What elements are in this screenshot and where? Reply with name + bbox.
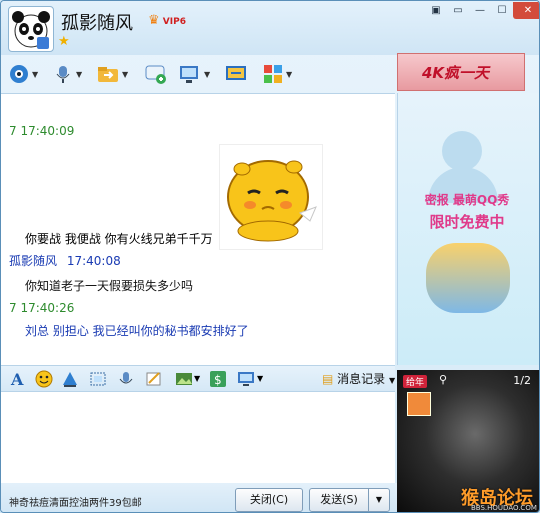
main-toolbar: ▼ ▼ ▼ ▼ ▼ [1,55,397,93]
maximize-button[interactable]: ☐ [491,2,513,19]
chevron-down-icon: ▼ [32,69,39,79]
message-text: 刘总 别担心 我已经叫你的秘书都安排好了 [25,324,249,338]
chevron-down-icon[interactable]: ▼ [257,374,263,383]
close-window-button[interactable]: ✕ [513,2,539,19]
qq-show-promo: 密报 最萌QQ秀 限时免费中 [424,193,510,231]
close-button[interactable]: 关闭(C) [235,488,303,512]
send-options-button[interactable]: ▼ [368,488,390,512]
camera-icon [10,65,28,83]
font-icon[interactable]: A [9,370,27,388]
vip-badge: ♛ VIP6 [148,13,186,28]
photo-counter: 1/2 [513,374,531,387]
svg-text:A: A [10,370,24,388]
cartoon-kids-image [426,243,510,313]
message-time: 7 17:40:26 [9,301,75,315]
panda-avatar-icon [12,11,50,49]
sms-icon [145,65,166,84]
chevron-down-icon: ▼ [204,69,211,79]
contact-name: 孤影随风 [61,13,133,34]
screen-share-icon[interactable] [237,370,255,388]
sticker-image [219,144,323,250]
screenshot-icon[interactable] [89,370,107,388]
emoji-icon[interactable] [35,370,53,388]
photo-badge: 给年 [403,375,428,388]
message-text: 你要战 我便战 你有火线兄弟千千万 [25,232,213,246]
message-text: 你知道老子一天假要损失多少吗 [25,279,194,293]
message-time: 17:40:08 [66,254,121,268]
svg-text:$: $ [214,373,222,387]
file-transfer-icon [98,67,118,82]
share-screen-icon [226,66,246,80]
sender-name: 孤影随风 [9,254,58,268]
avatar-silhouette-icon [442,131,482,171]
layout-button[interactable]: ▭ [447,2,469,19]
chat-window: 孤影随风 ♛ VIP6 ★ ▣ ▭ — ☐ ✕ ▼ ▼ ▼ ▼ ▼ 4K疯一天 … [0,0,540,513]
avatar[interactable] [8,6,54,52]
watermark-url: BBS.HOUDAO.COM [471,504,537,512]
top-ad-banner[interactable]: 4K疯一天 [397,53,525,91]
chevron-down-icon: ▼ [389,376,396,385]
crown-icon: ♛ [148,13,160,28]
message-header: 孤影随风 17:40:08 [9,252,121,269]
qq-sticker-icon [227,160,317,242]
level-star-icon: ★ [58,34,70,49]
title-bar: 孤影随风 ♛ VIP6 ★ ▣ ▭ — ☐ ✕ [1,1,539,55]
bottom-ad-link[interactable]: 神奇祛痘清面控油两件39包邮 [9,494,142,509]
remote-assist-icon [180,66,198,83]
message-time: 7 17:40:09 [9,124,75,138]
side-ad-panel[interactable]: 密报 最萌QQ秀 限时免费中 [397,93,539,365]
apps-button[interactable]: ▼ [263,63,292,85]
voice-message-icon[interactable] [117,370,135,388]
chevron-down-icon: ▼ [122,69,129,79]
voice-call-button[interactable]: ▼ [53,63,82,85]
image-icon[interactable] [175,370,193,388]
shake-icon[interactable] [61,370,79,388]
remote-assist-button[interactable]: ▼ [179,63,210,85]
minimize-button[interactable]: — [469,2,491,19]
video-call-button[interactable]: ▼ [9,63,38,85]
chevron-down-icon: ▼ [286,69,293,79]
sms-button[interactable] [145,63,167,85]
chevron-down-icon: ▼ [375,495,383,504]
apps-icon [264,65,282,83]
zoom-icon[interactable]: ⚲ [439,373,447,386]
scribble-icon[interactable] [145,370,163,388]
message-header: 7 17:40:26 [9,301,74,315]
file-transfer-button[interactable]: ▼ [97,63,128,85]
microphone-icon [56,66,70,83]
chevron-down-icon: ▼ [76,69,83,79]
send-button[interactable]: 发送(S) [309,488,369,512]
gift-icon[interactable] [407,392,431,416]
message-header: 7 17:40:09 [9,124,74,138]
message-history-button[interactable]: ▤ 消息记录 ▼ [322,370,395,387]
history-icon: ▤ [322,372,334,386]
window-controls: ▣ ▭ — ☐ ✕ [425,2,539,20]
chevron-down-icon[interactable]: ▼ [194,374,200,383]
share-screen-button[interactable] [225,63,247,85]
chat-history[interactable]: 7 17:40:09 你要战 我便战 你有火线兄弟千千万 孤影随风 17:40:… [1,93,395,366]
message-input[interactable] [1,391,395,484]
music-icon[interactable]: $ [209,370,227,388]
skin-button[interactable]: ▣ [425,2,447,19]
